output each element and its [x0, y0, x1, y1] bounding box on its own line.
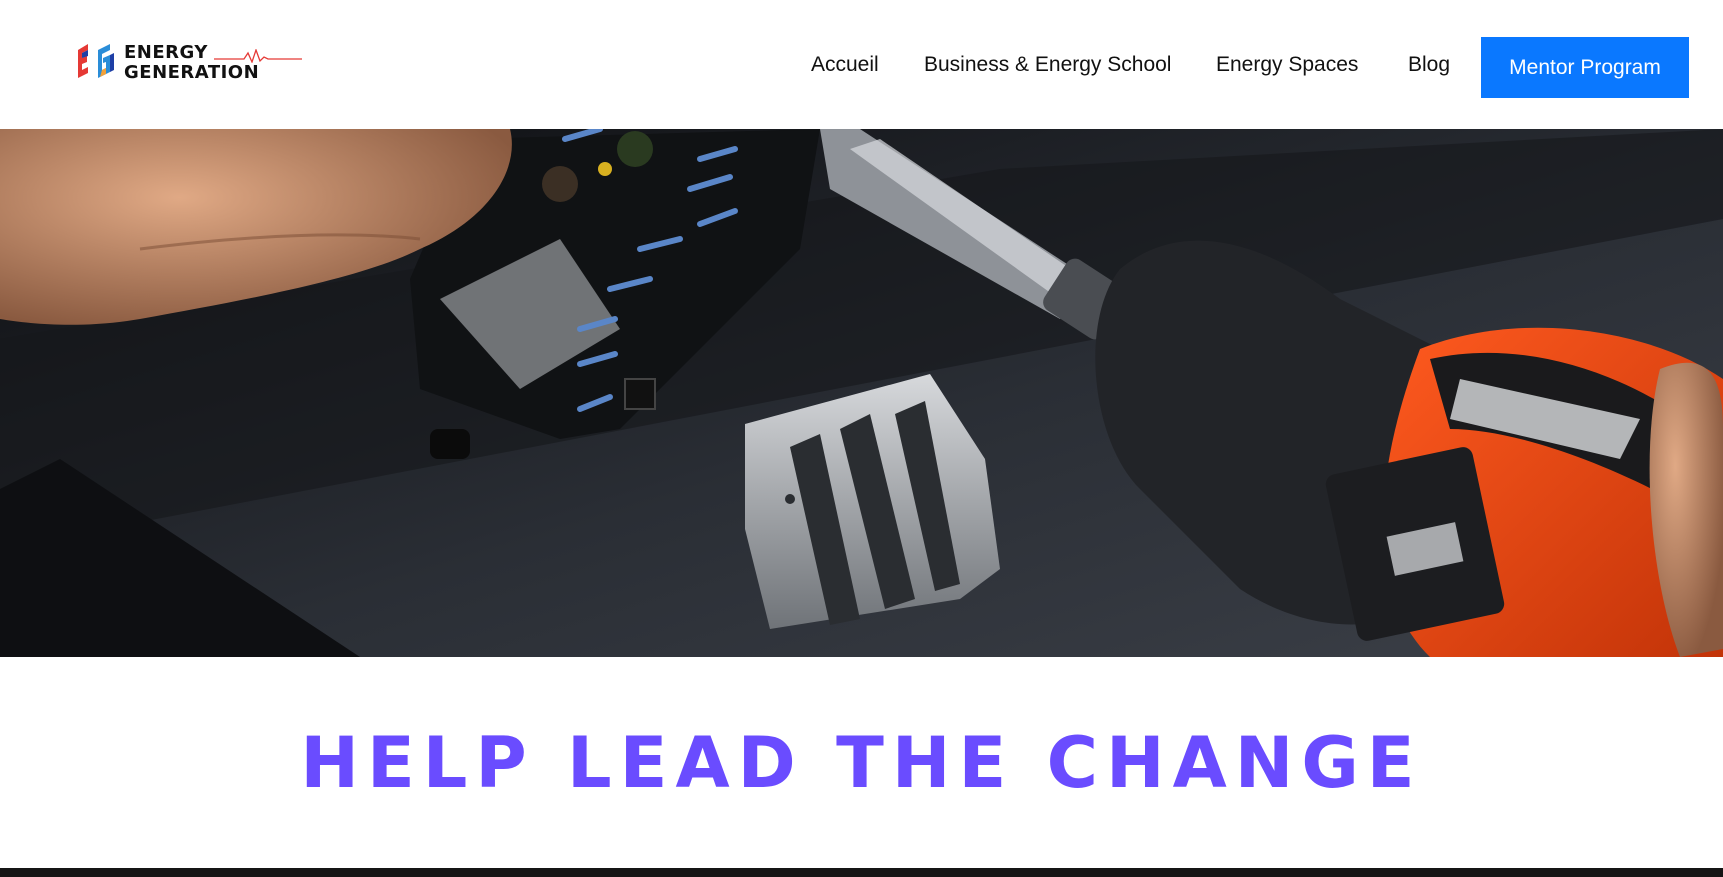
mentor-program-button[interactable]: Mentor Program: [1481, 37, 1689, 98]
drill-circuit-board-photo: [0, 129, 1723, 657]
nav-item-accueil[interactable]: Accueil: [811, 53, 879, 77]
nav-item-blog[interactable]: Blog: [1408, 53, 1450, 77]
main-nav: Accueil Business & Energy School Energy …: [0, 37, 1723, 97]
site-header: ENERGY GENERATION Accueil Business & Ene…: [0, 0, 1723, 129]
hero-carousel[interactable]: [0, 129, 1723, 657]
nav-item-business-energy-school[interactable]: Business & Energy School: [924, 53, 1171, 77]
next-section-top: [0, 868, 1723, 877]
nav-item-energy-spaces[interactable]: Energy Spaces: [1216, 53, 1358, 77]
hero-headline: HELP LEAD THE CHANGE: [300, 722, 1423, 804]
